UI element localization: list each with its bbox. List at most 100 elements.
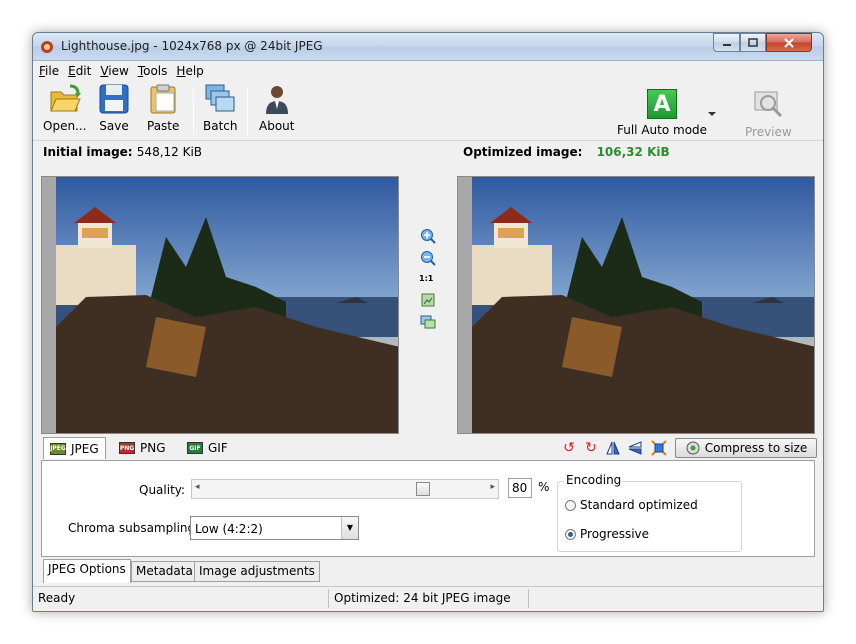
radio-progressive-dot[interactable] <box>565 528 576 540</box>
status-divider <box>328 589 329 608</box>
radio-standard-dot[interactable] <box>565 499 576 511</box>
flip-horizontal-icon[interactable] <box>605 440 621 456</box>
jpeg-options-panel: Quality: ◂ ▸ 80 % Chroma subsampling: Lo… <box>41 460 815 557</box>
tab-png[interactable]: PNG PNG <box>113 437 172 459</box>
batch-button[interactable]: Batch <box>203 83 238 133</box>
status-optimized: Optimized: 24 bit JPEG image <box>334 591 511 605</box>
zoom-actual-size-button[interactable]: 1:1 <box>419 274 433 283</box>
radio-progressive-label: Progressive <box>580 527 650 541</box>
full-auto-letter: A <box>653 91 671 117</box>
options-tabs: JPEG Options Metadata Image adjustments <box>41 559 815 583</box>
compress-label: Compress to size <box>704 441 808 455</box>
optimized-image-info: Optimized image: 106,32 KiB <box>463 145 670 159</box>
magnifier-preview-icon <box>754 91 783 118</box>
rotate-left-icon[interactable]: ↺ <box>561 440 577 456</box>
initial-image-pane[interactable] <box>41 176 399 434</box>
preview-label: Preview <box>745 125 792 139</box>
initial-image-info: Initial image: 548,12 KiB <box>43 145 202 159</box>
window-title: Lighthouse.jpg - 1024x768 px @ 24bit JPE… <box>61 39 323 53</box>
status-divider <box>528 589 529 608</box>
chroma-subsampling-select[interactable]: Low (4:2:2) ▼ <box>190 516 359 540</box>
crop-icon[interactable] <box>651 440 667 456</box>
compress-to-size-button[interactable]: Compress to size <box>675 438 817 458</box>
tab-metadata[interactable]: Metadata <box>131 561 198 582</box>
flip-vertical-icon[interactable] <box>627 440 643 456</box>
chroma-label: Chroma subsampling: <box>68 521 200 535</box>
tab-gif[interactable]: GIF GIF <box>181 437 234 459</box>
chevron-down-icon[interactable]: ▼ <box>341 517 358 539</box>
optimized-image-pane[interactable] <box>457 176 815 434</box>
quality-slider-thumb[interactable] <box>416 482 430 496</box>
save-label: Save <box>99 119 129 133</box>
quality-percent-unit: % <box>538 480 550 494</box>
slider-left-arrow-icon[interactable]: ◂ <box>195 482 200 492</box>
quality-slider[interactable]: ◂ ▸ <box>191 479 499 499</box>
rotate-right-icon[interactable]: ↻ <box>583 440 599 456</box>
image-comparison: 1:1 <box>41 176 815 434</box>
full-auto-label: Full Auto mode <box>617 123 708 137</box>
title-bar[interactable]: Lighthouse.jpg - 1024x768 px @ 24bit JPE… <box>33 33 823 61</box>
folder-open-icon <box>50 84 81 112</box>
save-button[interactable]: Save <box>98 83 130 133</box>
encoding-legend: Encoding <box>564 473 624 487</box>
zoom-in-icon[interactable] <box>420 228 436 244</box>
tab-jpeg-options[interactable]: JPEG Options <box>43 559 131 583</box>
about-label: About <box>259 119 295 133</box>
initial-size-value: 548,12 KiB <box>136 145 203 159</box>
preview-button[interactable]: Preview <box>745 89 792 139</box>
compress-gear-icon <box>686 441 700 455</box>
menu-file[interactable]: File <box>39 64 59 78</box>
clipboard-paste-icon <box>150 84 176 114</box>
lighthouse-photo <box>56 177 398 433</box>
initial-label: Initial image: <box>43 145 133 159</box>
paste-label: Paste <box>147 119 180 133</box>
slider-right-arrow-icon[interactable]: ▸ <box>490 482 495 492</box>
about-button[interactable]: About <box>259 83 294 133</box>
toolbar-separator <box>247 87 248 135</box>
batch-images-icon <box>205 84 235 112</box>
lighthouse-photo-optimized <box>472 177 814 433</box>
encoding-group: Encoding Standard optimized Progressive <box>557 473 742 552</box>
optimized-size-value: 106,32 KiB <box>596 145 670 159</box>
tab-jpeg[interactable]: JPEG JPEG <box>43 437 106 459</box>
jpeg-file-icon: JPEG <box>50 442 66 455</box>
full-auto-button[interactable]: A Full Auto mode <box>617 89 707 137</box>
app-icon <box>41 41 53 53</box>
zoom-toolbar: 1:1 <box>415 176 441 434</box>
sync-view-icon[interactable] <box>420 314 436 330</box>
tab-gif-label: GIF <box>208 441 228 455</box>
minimize-icon <box>722 43 731 46</box>
close-button[interactable] <box>766 33 812 52</box>
gif-file-icon: GIF <box>187 442 203 454</box>
toolbar: Open... Save Paste Batch About A Full Au… <box>33 81 823 141</box>
menu-bar: File Edit View Tools Help <box>33 61 823 81</box>
minimize-button[interactable] <box>713 33 740 52</box>
close-icon <box>784 37 794 48</box>
menu-tools[interactable]: Tools <box>138 64 168 78</box>
radio-standard-optimized[interactable]: Standard optimized <box>565 498 698 512</box>
radio-progressive[interactable]: Progressive <box>565 527 649 541</box>
toolbar-separator <box>193 87 194 135</box>
chroma-selected-value: Low (4:2:2) <box>195 522 263 536</box>
status-ready: Ready <box>38 591 76 605</box>
quality-input[interactable]: 80 <box>508 478 532 498</box>
menu-edit[interactable]: Edit <box>68 64 91 78</box>
full-auto-dropdown[interactable] <box>707 107 717 117</box>
maximize-button[interactable] <box>740 33 766 52</box>
user-about-icon <box>265 86 288 114</box>
tab-image-adjustments[interactable]: Image adjustments <box>194 561 320 582</box>
zoom-out-icon[interactable] <box>420 250 436 266</box>
chevron-down-icon <box>708 112 716 116</box>
maximize-icon <box>748 38 758 47</box>
tab-jpeg-label: JPEG <box>71 441 99 456</box>
fit-to-window-icon[interactable] <box>420 292 436 308</box>
open-button[interactable]: Open... <box>43 83 87 133</box>
menu-help[interactable]: Help <box>176 64 203 78</box>
png-file-icon: PNG <box>119 442 135 454</box>
size-info-bar: Initial image: 548,12 KiB Optimized imag… <box>33 141 823 163</box>
app-window: Lighthouse.jpg - 1024x768 px @ 24bit JPE… <box>32 32 824 612</box>
menu-view[interactable]: View <box>100 64 128 78</box>
quality-label: Quality: <box>139 483 186 497</box>
paste-button[interactable]: Paste <box>147 83 179 133</box>
floppy-save-icon <box>99 84 129 114</box>
